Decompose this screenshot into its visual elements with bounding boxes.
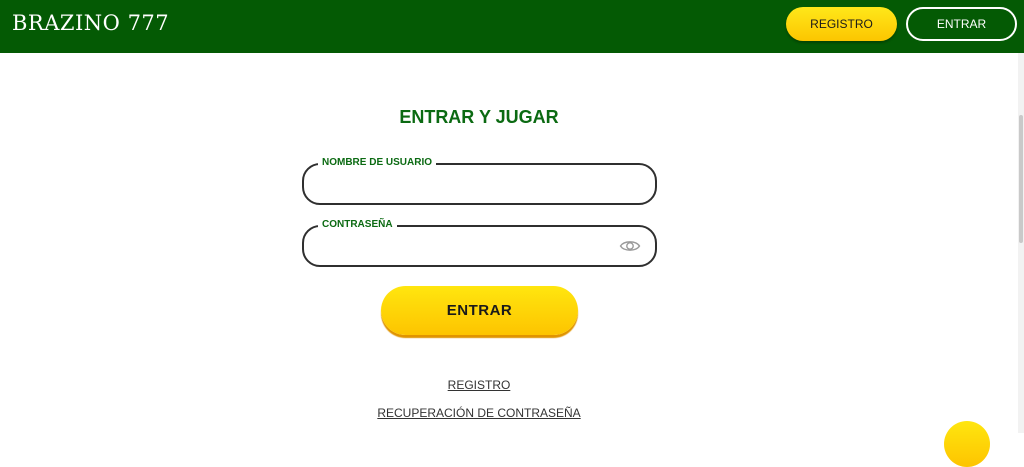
password-field[interactable]: CONTRASEÑA [302, 218, 657, 267]
username-input[interactable] [320, 173, 610, 195]
password-recovery-link[interactable]: RECUPERACIÓN DE CONTRASEÑA [0, 406, 958, 420]
login-form-title: ENTRAR Y JUGAR [399, 107, 559, 127]
password-input[interactable] [320, 235, 610, 257]
username-field[interactable]: NOMBRE DE USUARIO [302, 156, 657, 205]
top-header: BRAZINO 777 REGISTRO ENTRAR [0, 0, 1024, 53]
page-scrollbar[interactable] [1018, 53, 1024, 433]
scrollbar-thumb[interactable] [1019, 115, 1023, 243]
floating-action-button[interactable] [944, 421, 990, 467]
password-label: CONTRASEÑA [318, 218, 397, 232]
username-label: NOMBRE DE USUARIO [318, 156, 437, 170]
header-register-button[interactable]: REGISTRO [786, 7, 897, 41]
brand-logo[interactable]: BRAZINO 777 [12, 11, 169, 35]
eye-icon[interactable] [619, 237, 641, 255]
login-submit-button[interactable]: ENTRAR [381, 286, 578, 335]
register-link[interactable]: REGISTRO [0, 378, 958, 392]
header-login-button[interactable]: ENTRAR [906, 7, 1017, 41]
